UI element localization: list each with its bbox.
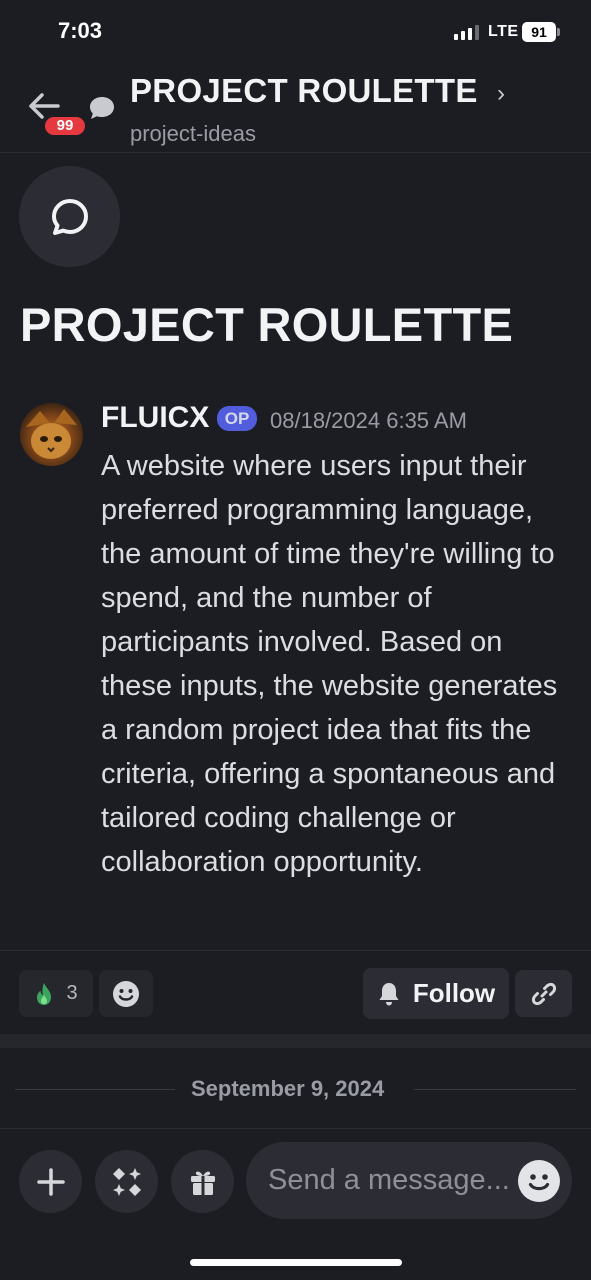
composer-divider [0, 1128, 591, 1129]
network-type: LTE [488, 23, 519, 40]
thread-bubble-icon [51, 198, 88, 235]
copy-link-button[interactable] [515, 970, 572, 1017]
emoji-button[interactable] [518, 1160, 560, 1202]
reaction-fire[interactable]: 3 [19, 970, 93, 1017]
message-input-placeholder: Send a message... [268, 1164, 510, 1196]
unread-count-badge: 99 [42, 114, 88, 138]
status-time: 7:03 [58, 18, 103, 43]
channel-title[interactable]: PROJECT ROULETTE [130, 72, 478, 110]
apps-button[interactable] [95, 1150, 158, 1213]
thread-icon-container [19, 166, 120, 267]
date-separator: September 9, 2024 [191, 1076, 385, 1101]
date-divider-line [414, 1089, 576, 1090]
channel-subtitle[interactable]: project-ideas [130, 121, 256, 147]
add-attachment-button[interactable] [19, 1150, 82, 1213]
link-icon [531, 982, 556, 1005]
gift-button[interactable] [171, 1150, 234, 1213]
smiley-icon [113, 980, 139, 1007]
op-tag: OP [217, 406, 257, 431]
add-reaction-button[interactable] [99, 970, 153, 1017]
message-author[interactable]: FLUICX [101, 401, 209, 435]
battery-level: 91 [522, 22, 556, 42]
smiley-icon [528, 1174, 550, 1191]
plus-icon [36, 1167, 65, 1196]
bell-icon [379, 982, 399, 1005]
battery-tip [557, 28, 560, 36]
header-divider [0, 152, 591, 153]
date-divider-line [15, 1089, 175, 1090]
reaction-count: 3 [66, 982, 78, 1004]
fire-icon [37, 982, 52, 1005]
signal-strength-icon [454, 24, 479, 40]
message-text: A website where users input their prefer… [101, 450, 558, 878]
message-divider [0, 950, 591, 951]
avatar[interactable] [20, 403, 83, 466]
apps-icon [112, 1167, 141, 1196]
follow-button[interactable]: Follow [363, 968, 509, 1019]
follow-label: Follow [412, 978, 496, 1008]
section-separator [0, 1034, 591, 1048]
chat-bubble-icon [88, 95, 116, 126]
thread-title: PROJECT ROULETTE [20, 298, 514, 351]
chevron-right-icon[interactable]: › [497, 80, 505, 108]
message-timestamp: 08/18/2024 6:35 AM [270, 408, 467, 433]
home-indicator[interactable] [190, 1259, 402, 1266]
gift-icon [190, 1171, 215, 1195]
